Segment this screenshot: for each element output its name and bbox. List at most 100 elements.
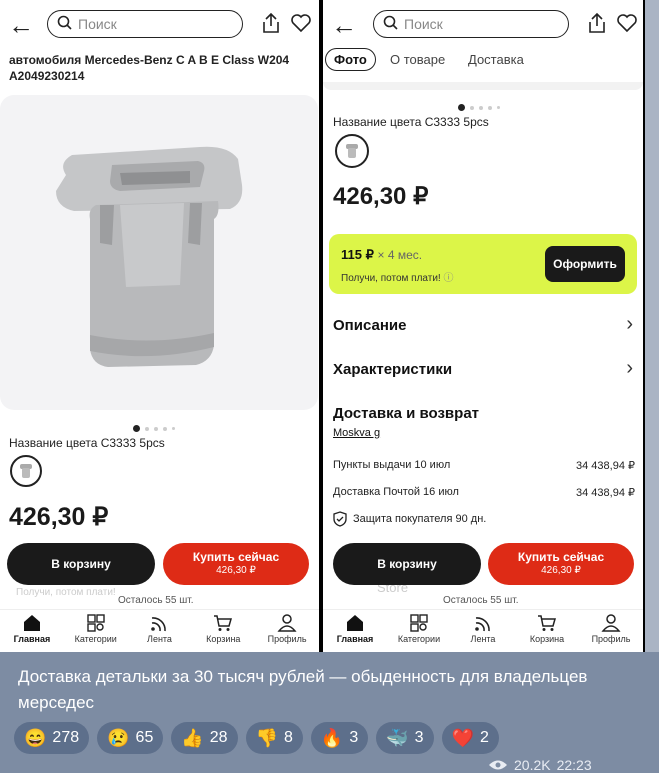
nav-label: Корзина [206, 634, 241, 644]
reaction-laugh[interactable]: 😄 278 [14, 722, 90, 754]
search-icon [57, 15, 72, 30]
bnpl-amount-value: 115 ₽ [341, 247, 374, 262]
image-area-bottom [323, 82, 643, 90]
description-section[interactable]: Описание [333, 317, 406, 334]
tab-photo[interactable]: Фото [325, 48, 376, 71]
tab-delivery[interactable]: Доставка [468, 52, 524, 67]
stock-remaining: Осталось 55 шт. [118, 595, 194, 606]
search-input[interactable]: Поиск [373, 10, 569, 38]
categories-icon [410, 614, 428, 632]
message-text: Доставка детальки за 30 тысяч рублей — о… [18, 667, 588, 712]
nav-profile[interactable]: Профиль [579, 610, 643, 652]
nav-label: Корзина [529, 634, 565, 644]
reaction-count: 28 [209, 729, 228, 746]
nav-label: Категории [397, 634, 441, 644]
reaction-thumbs-up[interactable]: 👍 28 [171, 722, 238, 754]
bottom-nav: Главная Категории Лента Корзина Профиль [0, 609, 319, 652]
stock-remaining: Осталось 55 шт. [443, 595, 519, 606]
feed-icon [475, 617, 490, 632]
color-swatch[interactable] [335, 134, 369, 168]
top-bar: ← Поиск [0, 8, 319, 42]
reaction-fire[interactable]: 🔥 3 [310, 722, 369, 754]
share-icon[interactable] [261, 12, 281, 34]
buy-now-label: Купить сейчас [192, 550, 280, 564]
nav-categories[interactable]: Категории [64, 610, 128, 652]
search-placeholder: Поиск [78, 16, 117, 32]
nav-home[interactable]: Главная [323, 610, 387, 652]
bnpl-banner[interactable]: 115 ₽ × 4 мес. Получи, потом плати! ⓘ Оф… [329, 234, 637, 294]
nav-profile[interactable]: Профиль [255, 610, 319, 652]
pager-dot [458, 104, 465, 111]
add-to-cart-button[interactable]: В корзину [333, 543, 481, 585]
reaction-count: 278 [52, 729, 80, 746]
image-pager-dots [458, 104, 500, 111]
nav-cart[interactable]: Корзина [515, 610, 579, 652]
product-image[interactable] [0, 95, 318, 410]
reaction-heart[interactable]: ❤️ 2 [441, 722, 499, 754]
thumbs-down-emoji-icon: 👎 [255, 727, 278, 748]
tab-about[interactable]: О товаре [390, 52, 445, 67]
categories-icon [86, 614, 105, 632]
nav-feed[interactable]: Лента [451, 610, 515, 652]
screenshot-collage: ← Поиск автомобиля Mercedes-Benz C A B E… [0, 0, 659, 652]
heart-icon[interactable] [616, 12, 638, 34]
delivery-title: Доставка и возврат [333, 405, 480, 422]
color-swatch[interactable] [10, 455, 42, 487]
reaction-whale[interactable]: 🐳 3 [376, 722, 434, 754]
specs-section[interactable]: Характеристики [333, 361, 452, 378]
product-price: 426,30 ₽ [333, 183, 429, 210]
pager-dot [470, 105, 474, 110]
message-time: 22:23 [556, 757, 592, 773]
nav-home[interactable]: Главная [0, 610, 64, 652]
nav-label: Лента [147, 634, 172, 644]
delivery-row-value: 34 438,94 ₽ [576, 460, 635, 472]
top-bar: ← Поиск [323, 8, 643, 42]
search-icon [383, 15, 398, 30]
info-icon: ⓘ [443, 273, 454, 284]
nav-feed[interactable]: Лента [128, 610, 192, 652]
buy-now-price: 426,30 ₽ [541, 565, 581, 576]
buy-now-button[interactable]: Купить сейчас 426,30 ₽ [488, 543, 634, 585]
add-to-cart-button[interactable]: В корзину [7, 543, 155, 585]
bnpl-amount: 115 ₽ × 4 мес. [341, 247, 422, 263]
color-label: Название цвета C3333 5pcs [333, 115, 489, 129]
buy-now-button[interactable]: Купить сейчас 426,30 ₽ [163, 543, 309, 585]
reaction-cry[interactable]: 😢 65 [97, 722, 164, 754]
reaction-thumbs-down[interactable]: 👎 8 [245, 722, 303, 754]
search-input[interactable]: Поиск [47, 10, 243, 38]
cart-icon [214, 615, 233, 631]
fire-emoji-icon: 🔥 [320, 727, 344, 748]
swatch-thumb-icon [20, 464, 32, 478]
heart-icon[interactable] [290, 12, 312, 34]
reaction-count: 65 [135, 729, 154, 746]
bnpl-note-text: Получи, потом плати! [341, 273, 441, 284]
home-icon [347, 615, 363, 631]
nav-categories[interactable]: Категории [387, 610, 451, 652]
back-arrow-icon[interactable]: ← [8, 10, 34, 40]
back-arrow-icon[interactable]: ← [331, 10, 357, 40]
right-screen: ← Поиск Фото О товаре Доставка Название … [323, 0, 643, 652]
reaction-count: 8 [283, 729, 293, 746]
faint-bnpl-text: Получи, потом плати! [16, 587, 116, 598]
delivery-row-value: 34 438,94 ₽ [576, 487, 635, 499]
chevron-right-icon[interactable]: › [626, 313, 633, 336]
nav-cart[interactable]: Корзина [191, 610, 255, 652]
chevron-right-icon[interactable]: › [626, 357, 633, 380]
laugh-emoji-icon: 😄 [24, 727, 47, 748]
delivery-location-link[interactable]: Moskva g [333, 427, 380, 439]
pager-dot [154, 426, 158, 431]
checkout-button[interactable]: Оформить [545, 246, 625, 282]
bnpl-note: Получи, потом плати! ⓘ [341, 269, 453, 284]
chat-background-strip [645, 0, 659, 652]
buy-now-price: 426,30 ₽ [216, 565, 256, 576]
buyer-protection: Защита покупателя 90 дн. [333, 511, 486, 527]
reactions-bar: 😄 278 😢 65 👍 28 👎 8 🔥 3 🐳 3 ❤️ 2 [14, 722, 499, 754]
heart-emoji-icon: ❤️ [451, 727, 474, 748]
nav-label: Главная [13, 634, 51, 644]
buyer-protection-text: Защита покупателя 90 дн. [353, 513, 487, 525]
shield-check-icon [333, 511, 347, 527]
nav-label: Лента [470, 634, 496, 644]
view-count: 20.2K [514, 757, 551, 773]
share-icon[interactable] [587, 12, 607, 34]
pager-dot [497, 106, 500, 109]
